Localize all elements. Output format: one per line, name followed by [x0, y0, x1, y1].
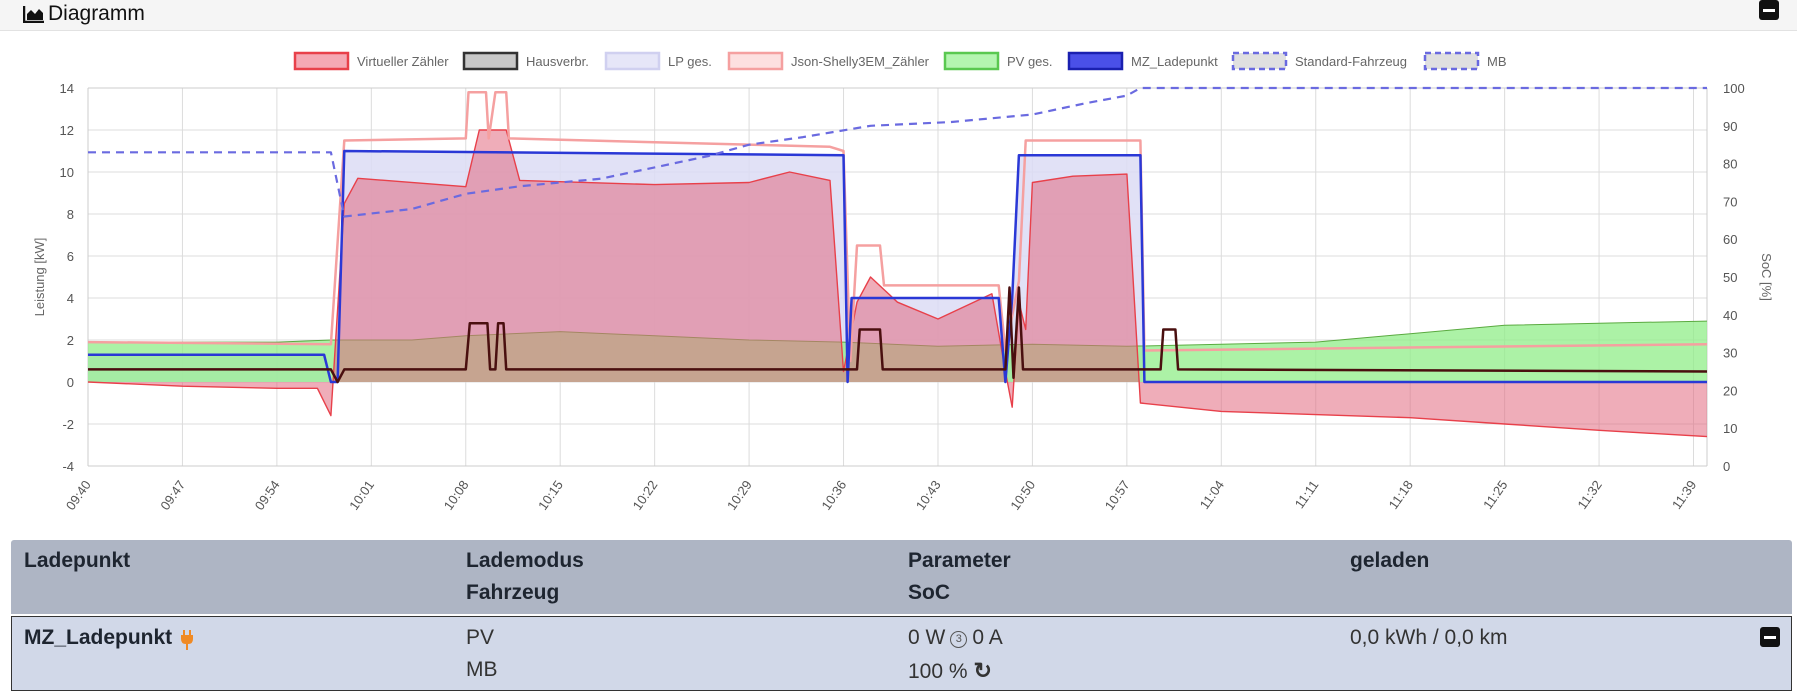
refresh-icon[interactable]: ↻: [974, 658, 992, 684]
charge-power: 0 W: [908, 626, 946, 649]
legend-swatch-pv-ges: [943, 51, 1000, 71]
y2-tick-label: 100: [1723, 81, 1745, 96]
header-parameter: Parameter: [908, 549, 1011, 572]
y-tick-label: 10: [60, 165, 74, 180]
table-header: Ladepunkt Lademodus Fahrzeug Parameter S…: [11, 540, 1792, 614]
legend-label-standard-fahrzeug: Standard-Fahrzeug: [1295, 54, 1407, 69]
x-tick-label: 09:47: [157, 478, 188, 513]
y2-axis-label: SoC [%]: [1759, 253, 1774, 301]
y-tick-label: 14: [60, 81, 74, 96]
header-fahrzeug: Fahrzeug: [466, 581, 560, 604]
legend-swatch-mb: [1423, 51, 1480, 71]
legend-swatch-json-shelly3em-z-hler: [727, 51, 784, 71]
charge-point-name[interactable]: MZ_Ladepunkt: [24, 626, 172, 650]
legend-label-lp-ges: LP ges.: [668, 54, 712, 69]
charge-mode[interactable]: PV: [466, 626, 494, 650]
x-tick-label: 10:57: [1102, 478, 1133, 513]
legend-label-hausverbr: Hausverbr.: [526, 54, 589, 69]
card-title: Diagramm: [48, 2, 145, 25]
x-tick-label: 10:43: [913, 478, 944, 513]
phases-icon: 3: [950, 631, 968, 648]
x-tick-label: 10:50: [1007, 478, 1038, 513]
x-tick-label: 10:29: [724, 478, 755, 513]
legend-label-mz-ladepunkt: MZ_Ladepunkt: [1131, 54, 1218, 69]
x-tick-label: 10:01: [346, 478, 377, 513]
legend-label-mb: MB: [1487, 54, 1507, 69]
series-line-mb: [88, 86, 1707, 218]
legend-label-json-shelly3em-z-hler: Json-Shelly3EM_Zähler: [791, 54, 930, 69]
y2-tick-label: 60: [1723, 232, 1737, 247]
legend-swatch-lp-ges: [604, 51, 661, 71]
x-tick-label: 10:36: [818, 478, 849, 513]
y2-tick-label: 20: [1723, 383, 1737, 398]
y2-tick-label: 0: [1723, 459, 1730, 474]
legend-label-virtueller-z-hler: Virtueller Zähler: [357, 54, 449, 69]
x-tick-label: 11:25: [1480, 478, 1510, 512]
y-tick-label: -4: [62, 459, 74, 474]
x-tick-label: 11:04: [1197, 478, 1227, 512]
collapse-row-button[interactable]: [1760, 627, 1780, 647]
y2-tick-label: 90: [1723, 119, 1737, 134]
x-tick-label: 11:39: [1669, 478, 1699, 512]
y-tick-label: 6: [67, 249, 74, 264]
header-geladen: geladen: [1350, 549, 1430, 572]
x-tick-label: 10:22: [629, 478, 660, 513]
x-tick-label: 09:54: [252, 478, 283, 513]
header-lademodus: Lademodus: [466, 549, 584, 572]
x-tick-label: 09:40: [63, 478, 94, 513]
y-axis-label: Leistung [kW]: [32, 238, 47, 317]
y-tick-label: 2: [67, 333, 74, 348]
y-tick-label: -2: [62, 417, 74, 432]
y-tick-label: 0: [67, 375, 74, 390]
legend-swatch-virtueller-z-hler: [293, 51, 350, 71]
card-header: Diagramm: [0, 0, 1797, 31]
charge-parameters: 0 W30 A: [908, 626, 1003, 650]
x-tick-label: 10:15: [535, 478, 566, 513]
header-soc: SoC: [908, 581, 950, 604]
soc-value: 100 %: [908, 660, 968, 683]
y-tick-label: 12: [60, 123, 74, 138]
y2-tick-label: 80: [1723, 157, 1737, 172]
legend-label-pv-ges: PV ges.: [1007, 54, 1053, 69]
y-tick-label: 4: [67, 291, 74, 306]
collapse-chart-button[interactable]: [1759, 0, 1779, 20]
vehicle-name: MB: [466, 658, 498, 681]
vehicle-soc: 100 % ↻: [908, 658, 992, 684]
y2-tick-label: 10: [1723, 421, 1737, 436]
legend-swatch-standard-fahrzeug: [1231, 51, 1288, 71]
y-tick-label: 8: [67, 207, 74, 222]
area-chart-icon: [23, 6, 44, 23]
legend-swatch-mz-ladepunkt: [1067, 51, 1124, 71]
y2-tick-label: 50: [1723, 270, 1737, 285]
legend-swatch-hausverbr: [462, 51, 519, 71]
charged-amount: 0,0 kWh / 0,0 km: [1350, 626, 1508, 649]
x-tick-label: 11:11: [1292, 478, 1322, 512]
table-row: MZ_Ladepunkt PV MB 0 W30 A 100 % ↻ 0,0 kW…: [11, 616, 1792, 691]
charge-point-table: Ladepunkt Lademodus Fahrzeug Parameter S…: [11, 540, 1792, 691]
y2-tick-label: 40: [1723, 308, 1737, 323]
x-tick-label: 10:08: [441, 478, 472, 513]
power-chart: -4 -2 0 2 4 6 8 10 12 14 0 10 20 30 40 50 60 70 80 90 100 09:…: [32, 51, 1774, 513]
x-tick-label: 11:32: [1574, 478, 1604, 512]
y2-tick-label: 70: [1723, 194, 1737, 209]
plug-icon: [181, 630, 193, 650]
y2-tick-label: 30: [1723, 346, 1737, 361]
x-tick-label: 11:18: [1386, 478, 1416, 512]
header-ladepunkt: Ladepunkt: [24, 549, 131, 572]
series-area-virtueller-z-hler: [88, 130, 1707, 437]
charge-current: 0 A: [972, 626, 1003, 649]
